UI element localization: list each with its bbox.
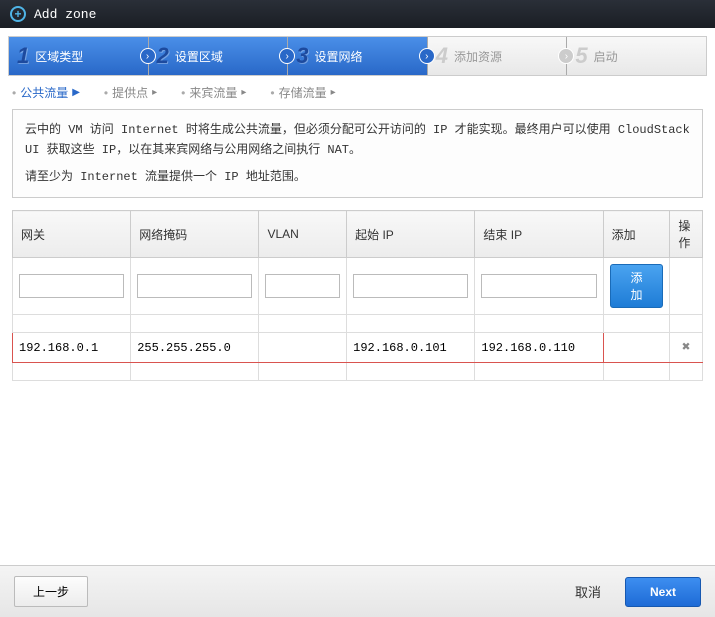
- subnav-storage-traffic[interactable]: •存储流量▸: [270, 84, 335, 101]
- gateway-input[interactable]: [19, 274, 124, 298]
- step-add-resources: 4 添加资源 ›: [428, 37, 568, 75]
- table-row: 192.168.0.1 255.255.255.0 192.168.0.101 …: [13, 333, 703, 363]
- chevron-right-icon: ›: [279, 48, 295, 64]
- startip-input[interactable]: [353, 274, 468, 298]
- col-add: 添加: [603, 211, 670, 258]
- footer: 上一步 取消 Next: [0, 565, 715, 617]
- add-button[interactable]: 添加: [610, 264, 664, 308]
- cell-endip: 192.168.0.110: [475, 333, 603, 363]
- step-zone-type[interactable]: 1 区域类型 ›: [9, 37, 149, 75]
- add-icon: +: [10, 6, 26, 22]
- col-ops: 操作: [670, 211, 703, 258]
- vlan-input[interactable]: [265, 274, 340, 298]
- step-setup-network[interactable]: 3 设置网络 ›: [288, 37, 428, 75]
- input-row: 添加: [13, 258, 703, 315]
- col-startip: 起始 IP: [347, 211, 475, 258]
- window-title: Add zone: [34, 7, 96, 22]
- col-netmask: 网络掩码: [131, 211, 259, 258]
- info-text-1: 云中的 VM 访问 Internet 时将生成公共流量，但必须分配可公开访问的 …: [25, 120, 690, 161]
- ip-range-table: 网关 网络掩码 VLAN 起始 IP 结束 IP 添加 操作 添加 192.16…: [12, 210, 703, 381]
- info-box: 云中的 VM 访问 Internet 时将生成公共流量，但必须分配可公开访问的 …: [12, 109, 703, 198]
- cell-vlan: [259, 333, 347, 363]
- endip-input[interactable]: [481, 274, 596, 298]
- step-setup-zone[interactable]: 2 设置区域 ›: [149, 37, 289, 75]
- cell-netmask: 255.255.255.0: [131, 333, 259, 363]
- chevron-right-icon: ›: [419, 48, 435, 64]
- cell-startip: 192.168.0.101: [347, 333, 475, 363]
- subnav: •公共流量▶ •提供点▸ •来宾流量▸ •存储流量▸: [0, 76, 715, 109]
- subnav-public-traffic[interactable]: •公共流量▶: [12, 84, 80, 101]
- col-vlan: VLAN: [259, 211, 347, 258]
- wizard-steps: 1 区域类型 › 2 设置区域 › 3 设置网络 › 4 添加资源 › 5 启动: [8, 36, 707, 76]
- delete-icon[interactable]: ✖: [676, 339, 696, 356]
- previous-button[interactable]: 上一步: [14, 576, 88, 607]
- col-endip: 结束 IP: [475, 211, 603, 258]
- netmask-input[interactable]: [137, 274, 252, 298]
- chevron-right-icon: ›: [140, 48, 156, 64]
- step-launch: 5 启动: [567, 37, 706, 75]
- chevron-right-icon: ›: [558, 48, 574, 64]
- subnav-pod[interactable]: •提供点▸: [104, 84, 157, 101]
- info-text-2: 请至少为 Internet 流量提供一个 IP 地址范围。: [25, 167, 690, 187]
- next-button[interactable]: Next: [625, 577, 701, 607]
- col-gateway: 网关: [13, 211, 131, 258]
- cancel-button[interactable]: 取消: [575, 582, 601, 601]
- titlebar: + Add zone: [0, 0, 715, 28]
- cell-gateway: 192.168.0.1: [13, 333, 131, 363]
- subnav-guest-traffic[interactable]: •来宾流量▸: [181, 84, 246, 101]
